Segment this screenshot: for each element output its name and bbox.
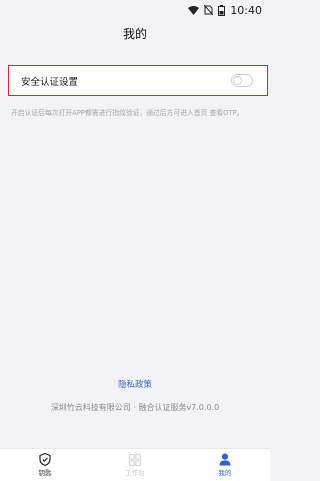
security-toggle[interactable]	[231, 74, 253, 87]
nav-item-mine[interactable]: 我的	[180, 449, 270, 481]
nav-item-keys[interactable]: 钥匙	[0, 449, 90, 481]
security-hint: 开启认证后每次打开APP都需进行指纹验证，通过后方可进入首页 查看OTP。	[11, 109, 244, 117]
nav-label-keys: 钥匙	[38, 469, 52, 477]
person-icon	[219, 453, 231, 466]
toggle-knob	[233, 76, 242, 85]
security-setting-label: 安全认证设置	[21, 76, 79, 88]
privacy-policy-link[interactable]: 隐私政策	[0, 378, 270, 390]
copyright-text: 深圳竹云科技有限公司 · 融合认证服务v7.0.0.0	[50, 403, 220, 412]
page-title: 我的	[122, 26, 147, 41]
grid-icon	[129, 453, 141, 466]
nav-label-workbench: 工作台	[125, 468, 145, 477]
page-header: 我的	[0, 20, 270, 46]
status-bar: 10:40	[0, 0, 270, 20]
wifi-icon	[188, 5, 200, 15]
nav-label-mine: 我的	[218, 469, 232, 477]
bottom-nav: 钥匙 工作台 我的	[0, 448, 270, 481]
security-setting-row[interactable]: 安全认证设置	[8, 65, 268, 96]
status-time: 10:40	[230, 3, 262, 17]
shield-icon	[39, 453, 51, 466]
nav-item-workbench[interactable]: 工作台	[90, 449, 180, 481]
no-sim-icon	[204, 5, 214, 15]
battery-icon	[218, 4, 226, 16]
